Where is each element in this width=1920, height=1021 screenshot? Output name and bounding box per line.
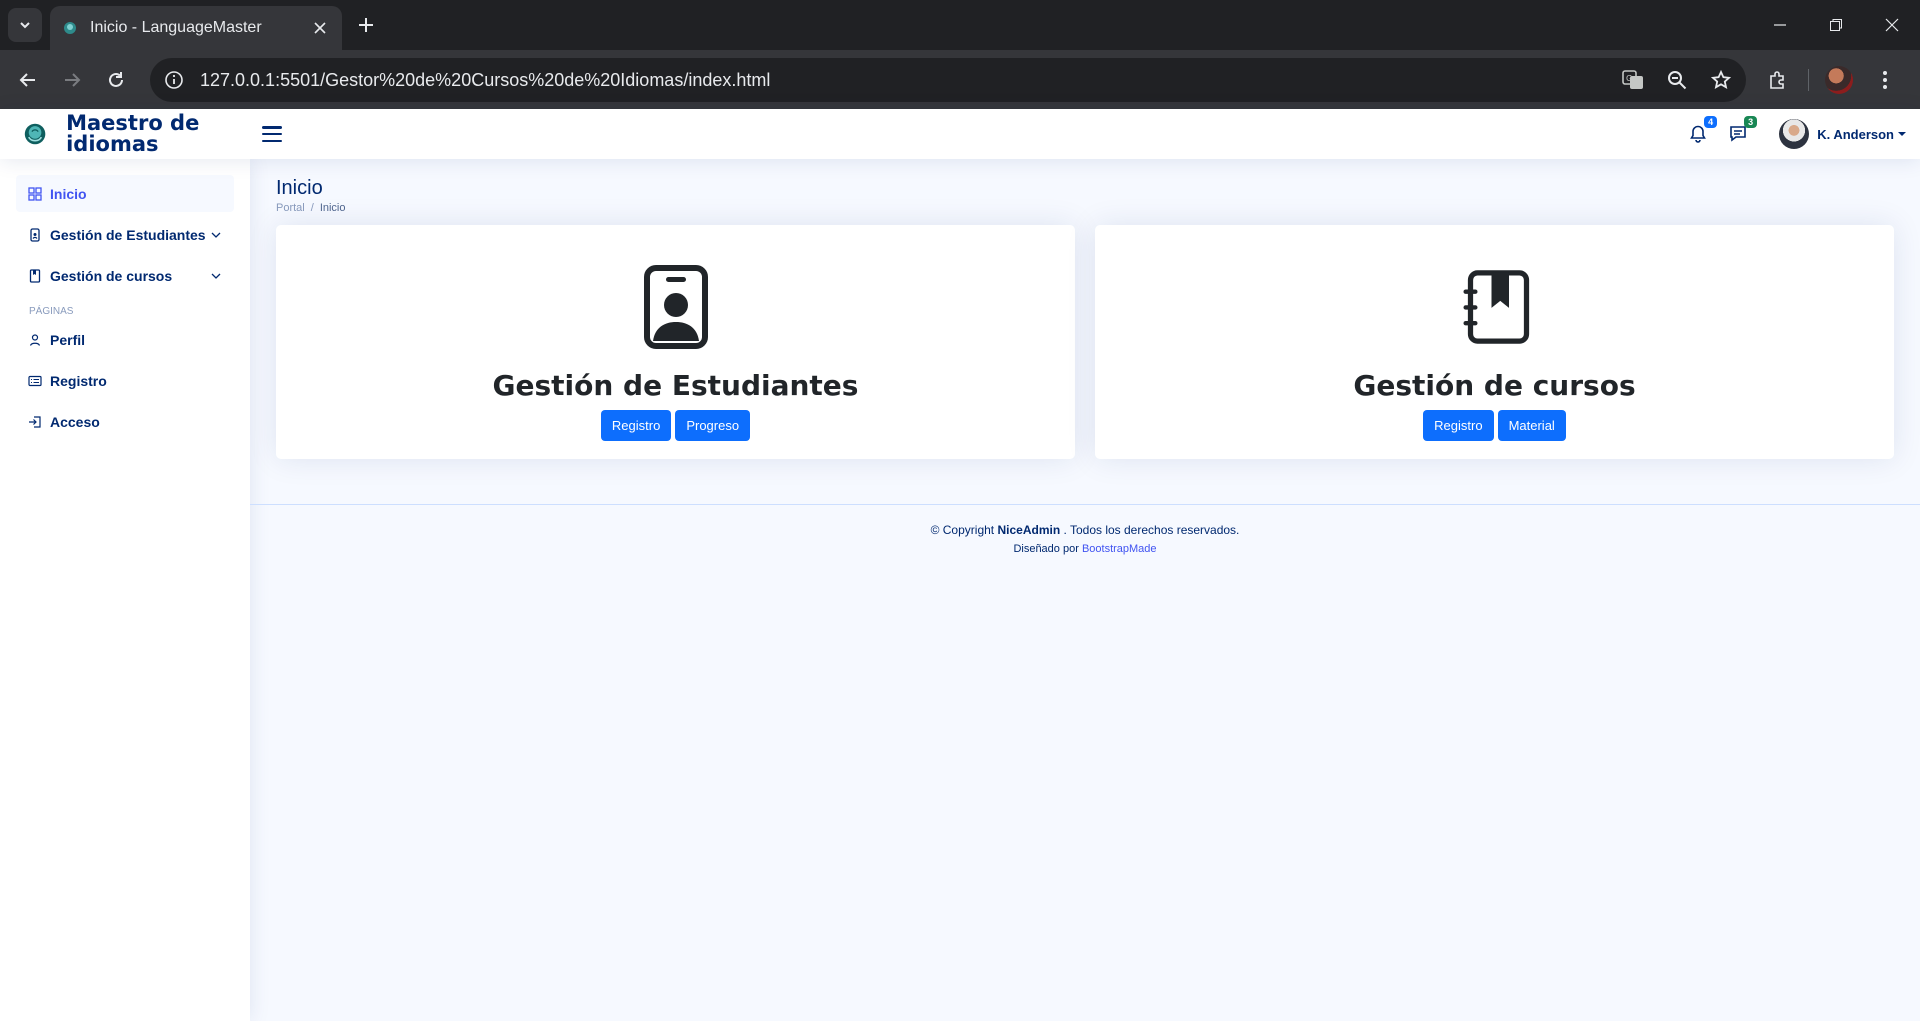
tab-title: Inicio - LanguageMaster — [90, 19, 262, 36]
card-title: Gestión de cursos — [1353, 369, 1636, 402]
back-icon[interactable] — [12, 64, 44, 96]
person-icon — [28, 333, 42, 347]
card-title: Gestión de Estudiantes — [492, 369, 859, 402]
logo-icon — [24, 123, 46, 145]
cursos-material-button[interactable]: Material — [1497, 410, 1566, 441]
logo-text: Maestro de idiomas — [66, 111, 200, 156]
sidebar-item-label: Acceso — [50, 413, 100, 430]
copyright: © Copyright NiceAdmin . Todos los derech… — [250, 523, 1920, 537]
sidebar-item-label: Perfil — [50, 331, 86, 348]
sidebar-item-gestion-cursos[interactable]: Gestión de cursos — [16, 257, 234, 294]
sidebar-item-inicio[interactable]: Inicio — [16, 175, 234, 212]
sidebar-item-acceso[interactable]: Acceso — [16, 403, 234, 440]
browser-tabstrip: Inicio - LanguageMaster — [0, 0, 1920, 50]
box-arrow-in-icon — [28, 415, 42, 429]
translate-icon[interactable]: G — [1622, 69, 1644, 91]
person-badge-icon — [641, 265, 711, 349]
toggle-sidebar-icon[interactable] — [260, 122, 284, 146]
sidebar-item-label: Registro — [50, 372, 107, 389]
bookmark-star-icon[interactable] — [1710, 69, 1732, 91]
breadcrumb-separator: / — [310, 202, 314, 214]
breadcrumb-current: Inicio — [319, 202, 346, 214]
browser-tab[interactable]: Inicio - LanguageMaster — [50, 6, 342, 50]
tab-search-button[interactable] — [8, 8, 42, 42]
logo[interactable]: Maestro de idiomas — [24, 113, 250, 155]
site-info-icon[interactable] — [164, 70, 184, 90]
user-profile-dropdown[interactable]: K. Anderson — [1779, 119, 1906, 149]
app-header: Maestro de idiomas 4 3 K. Anderson — [0, 109, 1920, 159]
page-title: Inicio — [276, 177, 323, 199]
main-content: Inicio Portal / Inicio Gestión de Estudi… — [250, 159, 1920, 504]
student-card-icon — [28, 227, 42, 242]
cursos-registro-button[interactable]: Registro — [1423, 410, 1494, 441]
footer: © Copyright NiceAdmin . Todos los derech… — [250, 504, 1920, 555]
sidebar-heading-pages: PÁGINAS — [29, 306, 74, 317]
sidebar-item-registro[interactable]: Registro — [16, 362, 234, 399]
user-name: K. Anderson — [1817, 126, 1894, 142]
copyright-rights: . Todos los derechos reservados. — [1063, 523, 1240, 537]
reload-icon[interactable] — [100, 64, 132, 96]
notifications-badge: 4 — [1704, 116, 1718, 128]
copyright-brand: NiceAdmin — [997, 523, 1061, 537]
minimize-icon[interactable] — [1752, 0, 1808, 50]
favicon-icon — [62, 20, 78, 36]
designer-link[interactable]: BootstrapMade — [1082, 543, 1157, 555]
url-text: 127.0.0.1:5501/Gestor%20de%20Cursos%20de… — [200, 69, 771, 90]
card-list-icon — [28, 374, 42, 388]
journal-bookmark-icon — [1460, 265, 1530, 349]
caret-down-icon — [1898, 132, 1906, 136]
sidebar: Inicio Gestión de Estudiantes Gestión de… — [0, 159, 250, 1021]
sidebar-item-label: Gestión de cursos — [50, 267, 173, 284]
messages-badge: 3 — [1744, 116, 1758, 128]
credits: Diseñado por BootstrapMade — [250, 543, 1920, 555]
more-menu-icon[interactable] — [1869, 64, 1901, 96]
browser-toolbar: 127.0.0.1:5501/Gestor%20de%20Cursos%20de… — [0, 50, 1920, 109]
messages-chat-icon[interactable]: 3 — [1727, 116, 1758, 145]
breadcrumb-portal[interactable]: Portal — [276, 202, 305, 214]
grid-icon — [28, 186, 42, 201]
forward-icon[interactable] — [56, 64, 88, 96]
new-tab-icon[interactable] — [352, 11, 380, 39]
chevron-down-icon[interactable] — [210, 229, 222, 241]
sidebar-item-gestion-estudiantes[interactable]: Gestión de Estudiantes — [16, 216, 234, 253]
chevron-down-icon — [20, 22, 30, 29]
estudiantes-progreso-button[interactable]: Progreso — [675, 410, 751, 441]
estudiantes-registro-button[interactable]: Registro — [600, 410, 672, 441]
close-tab-icon[interactable] — [310, 18, 330, 38]
book-icon — [28, 268, 42, 283]
card-gestion-estudiantes: Gestión de Estudiantes Registro Progreso — [276, 225, 1075, 459]
avatar — [1779, 119, 1810, 149]
notifications-bell-icon[interactable]: 4 — [1687, 116, 1718, 145]
sidebar-item-label: Gestión de Estudiantes — [50, 226, 206, 243]
profile-icon[interactable] — [1823, 64, 1855, 96]
restore-icon[interactable] — [1808, 0, 1864, 50]
breadcrumb: Portal / Inicio — [276, 202, 1894, 214]
extensions-icon[interactable] — [1762, 64, 1794, 96]
close-window-icon[interactable] — [1864, 0, 1920, 50]
card-gestion-cursos: Gestión de cursos Registro Material — [1095, 225, 1894, 459]
address-bar[interactable]: 127.0.0.1:5501/Gestor%20de%20Cursos%20de… — [150, 58, 1746, 102]
chevron-down-icon[interactable] — [210, 270, 222, 282]
sidebar-item-label: Inicio — [50, 185, 87, 202]
copyright-prefix: © Copyright — [930, 523, 995, 537]
svg-text:G: G — [1626, 74, 1632, 83]
sidebar-item-perfil[interactable]: Perfil — [16, 321, 234, 358]
zoom-icon[interactable] — [1666, 69, 1688, 91]
credits-label: Diseñado por — [1013, 543, 1079, 555]
